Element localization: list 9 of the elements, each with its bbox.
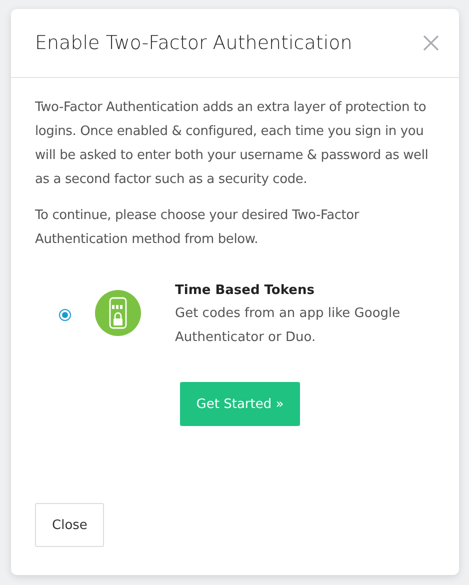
close-icon[interactable] — [423, 35, 439, 51]
phone-lock-icon — [95, 290, 141, 336]
close-button[interactable]: Close — [35, 503, 104, 547]
description-text: To continue, please choose your desired Two-Factor Authentication method from below. — [35, 207, 360, 249]
method-title: Time Based Tokens — [175, 282, 316, 300]
radio-button[interactable] — [59, 309, 71, 321]
dialog-title: Enable Two-Factor Authentication — [35, 32, 352, 54]
description-text: Two-Factor Authentication adds an extra layer of protection to logins. Once enabled & configured, each time you sign in you will be asked to enter both your username & password as well as a second factor such as a security code. — [35, 99, 430, 189]
method-description: Get codes from an app like Google Authenticator or Duo. — [175, 305, 402, 347]
